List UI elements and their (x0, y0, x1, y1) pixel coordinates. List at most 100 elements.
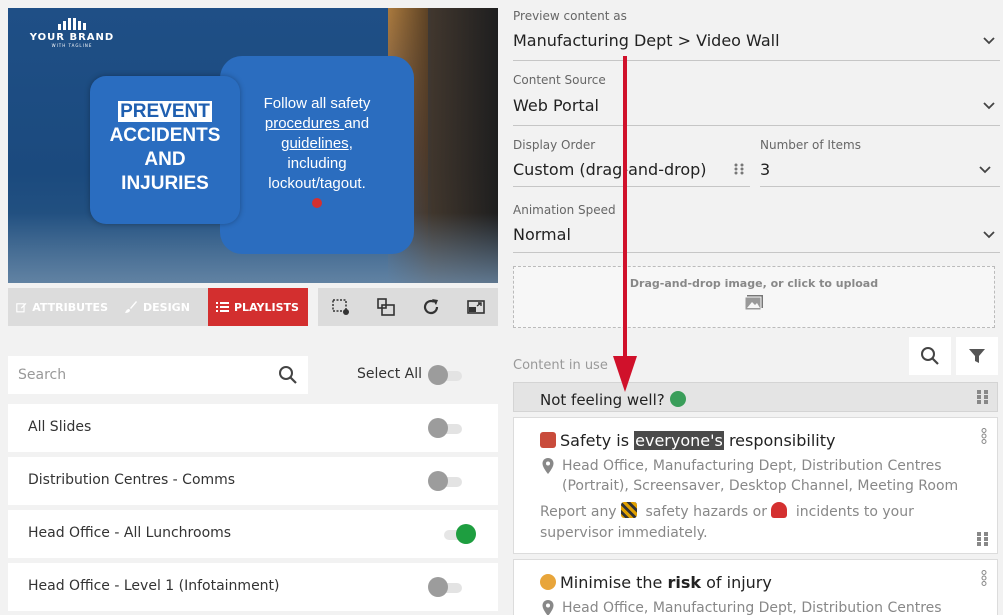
preview-as-select[interactable]: Manufacturing Dept > Video Wall (513, 31, 780, 50)
chevron-down-icon[interactable] (978, 163, 992, 177)
content-filter-button[interactable] (956, 337, 998, 375)
construction-worker-icon (540, 574, 556, 590)
content-source-label: Content Source (513, 73, 606, 87)
tab-playlists[interactable]: PLAYLISTS (208, 288, 308, 326)
layout-button[interactable] (374, 295, 398, 319)
num-items-select[interactable]: 3 (760, 160, 770, 179)
animation-speed-select[interactable]: Normal (513, 225, 571, 244)
content-item-locations: Head Office, Manufacturing Dept, Distrib… (562, 458, 959, 494)
preview-headline-card: PREVENT ACCIDENTS AND INJURIES (90, 76, 240, 224)
construction-barrier-icon (621, 502, 638, 518)
headline-line: INJURIES (121, 173, 209, 194)
message-line: and (344, 115, 370, 132)
content-item-title: Not feeling well? (540, 391, 690, 409)
playlist-label: Head Office - All Lunchrooms (28, 525, 232, 541)
filter-icon (969, 349, 985, 363)
playlist-toggle[interactable] (428, 577, 464, 597)
content-item-title: Minimise the risk of injury (540, 573, 772, 592)
annotation-arrow (613, 56, 637, 392)
content-item-card[interactable]: Safety is everyone's responsibility Head… (513, 417, 998, 554)
display-order-label: Display Order (513, 138, 596, 152)
chevron-down-icon[interactable] (982, 228, 996, 242)
select-all-label: Select All (357, 366, 422, 382)
more-options-icon[interactable] (981, 428, 987, 444)
content-item-locations: Head Office, Manufacturing Dept, Distrib… (562, 600, 942, 615)
drag-handle-icon[interactable] (977, 389, 989, 405)
image-icon (744, 295, 763, 311)
search-icon (921, 347, 939, 365)
edit-icon (16, 302, 27, 313)
drag-handle-icon[interactable] (977, 531, 989, 547)
brush-icon (125, 301, 137, 313)
content-search-button[interactable] (909, 337, 951, 375)
search-input[interactable] (18, 367, 278, 383)
content-item-description: Report any safety hazards or incidents t… (540, 502, 914, 541)
playlist-toggle[interactable] (428, 418, 464, 438)
tab-design[interactable]: DESIGN (116, 288, 208, 326)
playlist-row: Head Office - All Lunchrooms (8, 510, 498, 558)
crop-settings-button[interactable] (329, 295, 353, 319)
content-item-selected[interactable]: Not feeling well? (513, 382, 998, 412)
tab-label: DESIGN (143, 300, 190, 314)
hard-hat-icon (312, 198, 322, 208)
headline-highlight: PREVENT (118, 101, 212, 122)
refresh-button[interactable] (419, 295, 443, 319)
fullscreen-button[interactable] (464, 295, 488, 319)
location-pin-icon (542, 458, 554, 474)
field-underline (760, 186, 1000, 187)
field-underline (513, 60, 1000, 61)
playlist-row: Distribution Centres - Comms (8, 457, 498, 505)
playlist-row: All Slides (8, 404, 498, 452)
num-items-label: Number of Items (760, 138, 861, 152)
select-all-toggle[interactable] (428, 365, 464, 385)
animation-speed-label: Animation Speed (513, 203, 616, 217)
message-line: including (287, 155, 347, 172)
message-underlined: guidelines (281, 135, 349, 152)
playlist-label: All Slides (28, 419, 92, 435)
image-dropzone[interactable]: Drag-and-drop image, or click to upload (513, 266, 995, 328)
message-underlined: procedures (264, 115, 345, 132)
brand-name: YOUR BRAND (29, 32, 115, 43)
list-icon (216, 302, 229, 312)
tab-attributes[interactable]: ATTRIBUTES (8, 288, 116, 326)
safety-vest-icon (540, 432, 556, 448)
preview-as-label: Preview content as (513, 9, 627, 23)
display-order-select[interactable]: Custom (drag-and-drop) (513, 160, 707, 179)
playlist-toggle[interactable] (428, 471, 464, 491)
content-item-card[interactable]: Minimise the risk of injury Head Office,… (513, 559, 998, 615)
sick-face-icon (669, 391, 686, 407)
dropzone-text: Drag-and-drop image, or click to upload (629, 277, 879, 290)
field-underline (513, 252, 1000, 253)
chevron-down-icon[interactable] (982, 34, 996, 48)
location-pin-icon (542, 600, 554, 615)
more-options-icon[interactable] (981, 570, 987, 586)
crop-settings-icon (331, 299, 349, 315)
brand-logo: YOUR BRAND WITH TAGLINE (22, 18, 122, 48)
search-icon[interactable] (278, 365, 298, 385)
layout-icon (376, 298, 395, 316)
playlist-toggle[interactable] (440, 524, 476, 544)
fullscreen-icon (466, 300, 485, 314)
rescue-helmet-icon (771, 502, 788, 518)
content-source-select[interactable]: Web Portal (513, 96, 599, 115)
field-underline (513, 125, 1000, 126)
message-line: , (348, 135, 353, 152)
drag-handle-icon (734, 163, 744, 175)
tab-label: PLAYLISTS (234, 300, 299, 314)
playlist-label: Distribution Centres - Comms (28, 472, 236, 488)
message-line: lockout/tagout. (268, 175, 366, 192)
editor-tabs: ATTRIBUTES DESIGN PLAYLISTS (8, 288, 308, 326)
content-item-title: Safety is everyone's responsibility (540, 431, 835, 450)
content-in-use-label: Content in use (513, 358, 608, 373)
brand-logo-icon (22, 18, 122, 30)
tab-label: ATTRIBUTES (32, 300, 108, 314)
slide-preview: YOUR BRAND WITH TAGLINE Follow all safet… (8, 8, 498, 283)
brand-tagline: WITH TAGLINE (51, 43, 93, 48)
headline-line: ACCIDENTS (109, 125, 221, 146)
preview-toolbar (318, 288, 498, 326)
chevron-down-icon[interactable] (982, 99, 996, 113)
playlist-search (8, 356, 308, 394)
refresh-icon (423, 299, 438, 315)
preview-message-card: Follow all safety procedures and guideli… (220, 56, 414, 254)
playlist-row: Head Office - Level 1 (Infotainment) (8, 563, 498, 611)
